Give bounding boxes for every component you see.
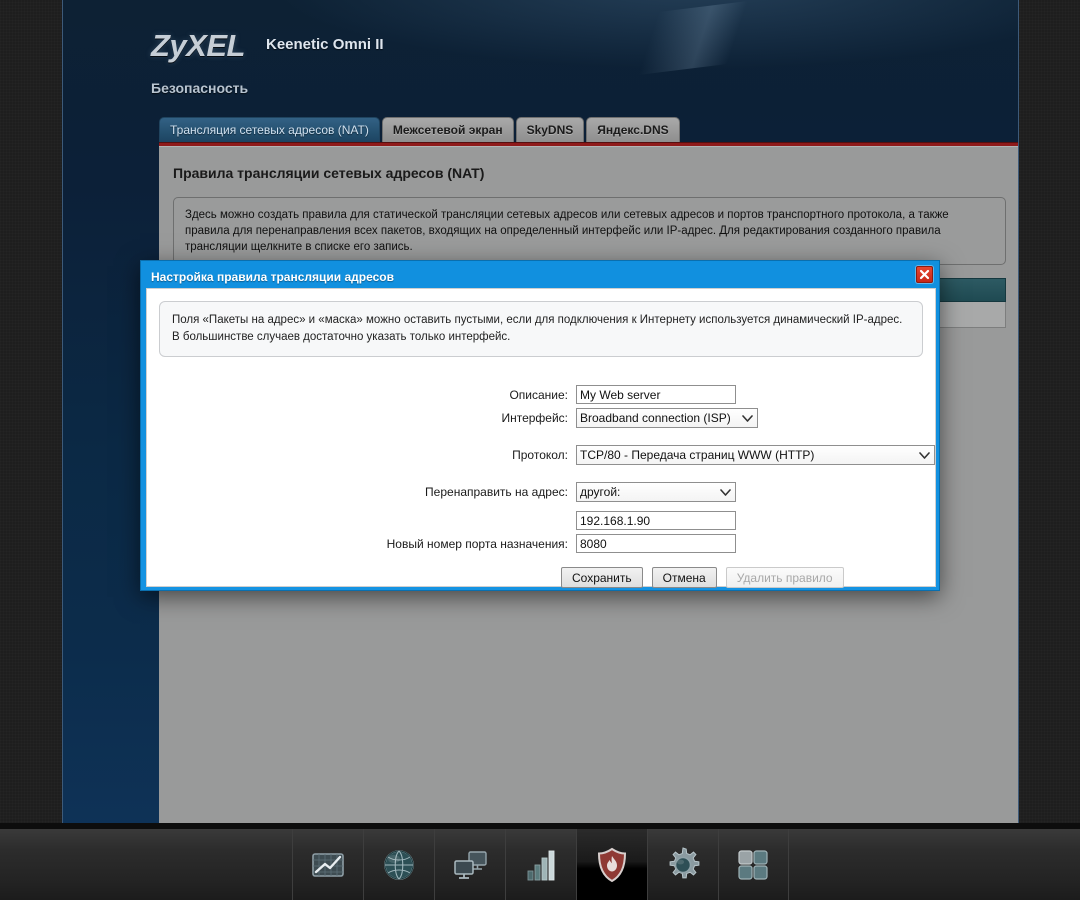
taskbar-item-system-monitor[interactable] (291, 828, 363, 900)
page-title: Безопасность (151, 80, 249, 96)
dialog-note-text: Поля «Пакеты на адрес» и «маска» можно о… (159, 301, 923, 357)
interface-select-value: Broadband connection (ISP) (580, 411, 731, 425)
new-port-label: Новый номер порта назначения: (386, 536, 568, 551)
protocol-select[interactable]: TCP/80 - Передача страниц WWW (HTTP) (576, 445, 935, 465)
tab-nat[interactable]: Трансляция сетевых адресов (NAT) (159, 117, 380, 142)
dialog-titlebar[interactable]: Настройка правила трансляции адресов (146, 266, 934, 288)
taskbar-item-applications[interactable] (717, 828, 789, 900)
form-spacer-1 (147, 432, 937, 445)
taskbar-item-system-settings[interactable] (646, 828, 718, 900)
security-shield-icon (597, 847, 626, 882)
delete-rule-button: Удалить правило (725, 567, 844, 588)
interface-control: Broadband connection (ISP) (576, 408, 758, 428)
field-row-new-port: Новый номер порта назначения: (147, 534, 937, 553)
dialog-button-row: Сохранить Отмена Удалить правило (147, 567, 937, 588)
brand-row: ZyXEL Keenetic Omni II (63, 28, 1018, 70)
applications-grid-icon (738, 849, 768, 880)
new-port-input[interactable] (576, 534, 736, 553)
protocol-control: TCP/80 - Передача страниц WWW (HTTP) (576, 445, 935, 465)
redirect-to-select[interactable]: другой: (576, 482, 736, 502)
description-input[interactable] (576, 385, 736, 404)
cancel-button[interactable]: Отмена (651, 567, 717, 588)
tab-firewall[interactable]: Межсетевой экран (381, 117, 514, 142)
dialog-body: Поля «Пакеты на адрес» и «маска» можно о… (146, 288, 937, 588)
chevron-down-icon (917, 451, 931, 459)
nat-rule-form: Описание: Интерфейс: Broadband connectio… (147, 385, 937, 588)
panel-title: Правила трансляции сетевых адресов (NAT) (173, 165, 485, 181)
system-gear-icon (669, 846, 699, 878)
system-monitor-icon (311, 852, 344, 877)
interface-label: Интерфейс: (501, 411, 568, 425)
internet-globe-icon (383, 849, 414, 880)
panel-hint-text: Здесь можно создать правила для статичес… (173, 197, 1006, 265)
form-spacer-2 (147, 469, 937, 482)
tab-bar: Трансляция сетевых адресов (NAT) Межсете… (159, 117, 682, 142)
field-row-redirect-to: Перенаправить на адрес: другой: (147, 482, 937, 502)
description-control (576, 385, 736, 404)
chevron-down-icon (718, 488, 732, 496)
home-network-icon (453, 850, 487, 879)
redirect-to-label: Перенаправить на адрес: (425, 485, 568, 499)
wifi-signal-icon (527, 850, 554, 880)
tab-skydns[interactable]: SkyDNS (515, 117, 585, 142)
protocol-select-value: TCP/80 - Передача страниц WWW (HTTP) (580, 448, 815, 462)
save-button[interactable]: Сохранить (561, 567, 643, 588)
field-row-interface: Интерфейс: Broadband connection (ISP) (147, 408, 937, 428)
taskbar-item-wifi[interactable] (504, 828, 576, 900)
redirect-to-select-value: другой: (580, 485, 621, 499)
taskbar-item-home-network[interactable] (433, 828, 505, 900)
field-row-description: Описание: (147, 385, 937, 404)
field-row-protocol: Протокол: TCP/80 - Передача страниц WWW … (147, 445, 937, 465)
close-icon[interactable] (916, 266, 933, 283)
description-label: Описание: (509, 387, 568, 402)
tab-yandexdns[interactable]: Яндекс.DNS (586, 117, 680, 142)
field-row-redirect-ip (147, 511, 937, 530)
redirect-ip-input[interactable] (576, 511, 736, 530)
taskbar-item-internet[interactable] (362, 828, 434, 900)
new-port-control (576, 534, 736, 553)
interface-select[interactable]: Broadband connection (ISP) (576, 408, 758, 428)
dialog-title: Настройка правила трансляции адресов (151, 270, 394, 284)
nat-rule-dialog: Настройка правила трансляции адресов Пол… (140, 260, 940, 591)
chevron-down-icon (740, 414, 754, 422)
redirect-ip-control (576, 511, 736, 530)
router-model-name: Keenetic Omni II (266, 36, 384, 53)
taskbar (0, 823, 1080, 900)
zyxel-logo: ZyXEL (151, 28, 245, 63)
taskbar-item-security[interactable] (575, 828, 647, 900)
protocol-label: Протокол: (512, 448, 568, 462)
redirect-to-control: другой: (576, 482, 736, 502)
